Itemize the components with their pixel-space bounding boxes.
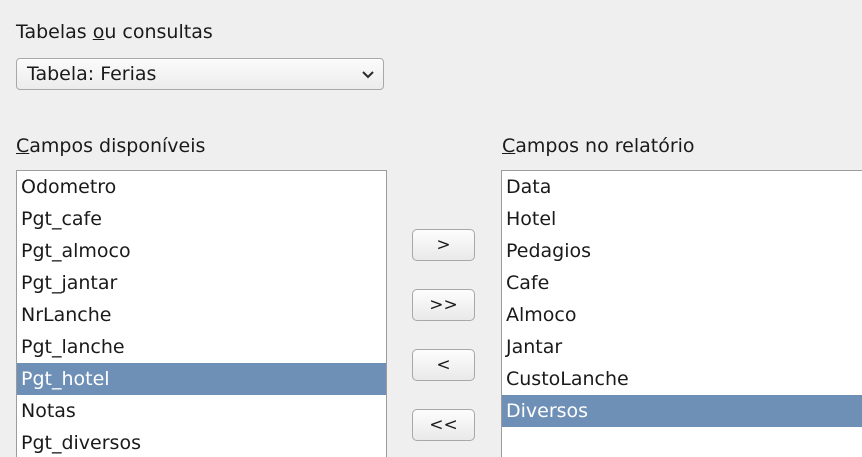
table-select[interactable]: Tabela: Ferias (16, 58, 384, 90)
list-item[interactable]: Pedagios (502, 235, 862, 267)
available-label-mnemonic: C (16, 135, 30, 157)
list-item[interactable]: Jantar (502, 331, 862, 363)
list-item[interactable]: Pgt_almoco (17, 235, 386, 267)
chevron-down-icon (362, 71, 374, 79)
report-wizard-fields-page: Tabelas ou consultas Tabela: Ferias Camp… (0, 0, 862, 457)
report-fields-label: Campos no relatório (502, 135, 695, 157)
report-label-mnemonic: C (502, 135, 516, 157)
remove-selected-field-button[interactable]: < (412, 349, 475, 381)
available-fields-label: Campos disponíveis (16, 135, 205, 157)
list-item[interactable]: Hotel (502, 203, 862, 235)
remove-all-fields-button[interactable]: << (412, 409, 475, 441)
list-item[interactable]: Notas (17, 395, 386, 427)
list-item[interactable]: Almoco (502, 299, 862, 331)
list-item[interactable]: Odometro (17, 171, 386, 203)
list-item[interactable]: Data (502, 171, 862, 203)
tables-label-end: u consultas (104, 21, 213, 43)
report-fields-list[interactable]: Data Hotel Pedagios Cafe Almoco Jantar C… (501, 170, 862, 457)
list-item[interactable]: Pgt_jantar (17, 267, 386, 299)
list-item[interactable]: Cafe (502, 267, 862, 299)
list-item[interactable]: Pgt_diversos (17, 427, 386, 457)
tables-label-mnemonic: o (92, 21, 105, 43)
available-label-text: ampos disponíveis (29, 135, 206, 157)
table-select-value: Tabela: Ferias (27, 63, 157, 85)
list-item[interactable]: Pgt_lanche (17, 331, 386, 363)
list-item-selected[interactable]: Diversos (502, 395, 862, 427)
tables-or-queries-label: Tabelas ou consultas (16, 21, 213, 43)
list-item[interactable]: CustoLanche (502, 363, 862, 395)
list-item[interactable]: NrLanche (17, 299, 386, 331)
list-item[interactable]: Pgt_cafe (17, 203, 386, 235)
report-label-text: ampos no relatório (515, 135, 695, 157)
available-fields-list[interactable]: Odometro Pgt_cafe Pgt_almoco Pgt_jantar … (16, 170, 387, 457)
list-item-selected[interactable]: Pgt_hotel (17, 363, 386, 395)
tables-label-start: Tabelas (16, 21, 93, 43)
add-selected-field-button[interactable]: > (412, 229, 475, 261)
add-all-fields-button[interactable]: >> (412, 289, 475, 321)
